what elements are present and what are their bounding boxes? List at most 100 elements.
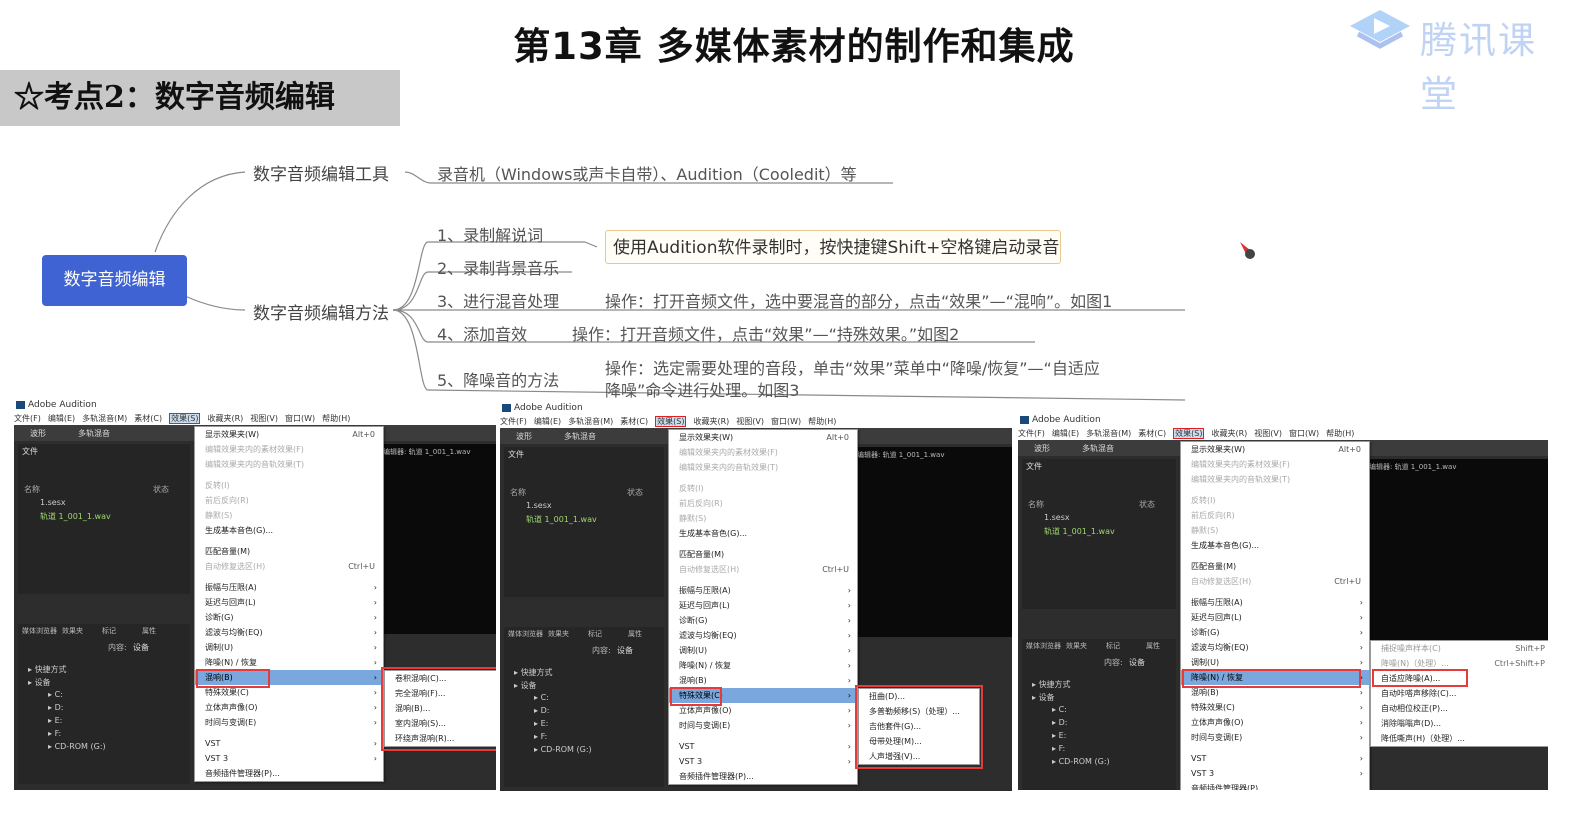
menu-2[interactable]: 编辑(E) [534, 417, 561, 426]
menu-5[interactable]: 效果(S) [1173, 428, 1205, 439]
media-tab-2[interactable]: 效果夹 [548, 629, 569, 639]
waveform-button[interactable]: 波形 [30, 428, 46, 439]
tree-item[interactable]: ▸ E: [48, 716, 62, 725]
submenu-item[interactable]: 捕捉噪声样本(C) Shift+P [1371, 641, 1548, 656]
effects-menu-item[interactable]: 时间与变调(E) › [669, 718, 857, 733]
effects-menu-item[interactable]: 静默(S) [195, 508, 383, 523]
multitrack-button[interactable]: 多轨混音 [78, 428, 110, 439]
tree-item[interactable]: ▸ 快捷方式 [514, 667, 553, 678]
effects-menu-item[interactable]: 匹配音量(M) [669, 547, 857, 562]
effects-menu-item[interactable]: 编辑效果夹内的素材效果(F) [195, 442, 383, 457]
effects-menu-item[interactable]: 显示效果夹(W) Alt+0 [195, 427, 383, 442]
effects-menu-item[interactable]: 振幅与压限(A) › [195, 580, 383, 595]
tree-item[interactable]: ▸ 设备 [28, 677, 51, 688]
menu-6[interactable]: 收藏夹(R) [1211, 429, 1247, 438]
menu-3[interactable]: 多轨混音(M) [82, 414, 127, 423]
effects-menu-item[interactable]: 反转(I) [1181, 493, 1369, 508]
effects-menu-item[interactable]: 延迟与回声(L) › [195, 595, 383, 610]
menu-2[interactable]: 编辑(E) [48, 414, 75, 423]
effects-menu-item[interactable]: 振幅与压限(A) › [669, 583, 857, 598]
effects-menu-item[interactable]: 调制(U) › [669, 643, 857, 658]
effects-menu-item[interactable]: VST › [669, 739, 857, 754]
effects-menu-item[interactable]: 反转(I) [669, 481, 857, 496]
tree-item[interactable]: ▸ D: [48, 703, 63, 712]
menu-1[interactable]: 文件(F) [500, 417, 527, 426]
media-tab-2[interactable]: 效果夹 [62, 626, 83, 636]
effects-menu-item[interactable]: 自动修复选区(H) Ctrl+U [195, 559, 383, 574]
tree-item[interactable]: ▸ C: [48, 690, 63, 699]
tree-item[interactable]: ▸ D: [1052, 718, 1067, 727]
effects-menu-item[interactable]: 匹配音量(M) [1181, 559, 1369, 574]
menu-8[interactable]: 窗口(W) [771, 417, 801, 426]
media-tab-4[interactable]: 属性 [628, 629, 642, 639]
effects-menu-item[interactable]: 音频插件管理器(P)... [669, 769, 857, 784]
media-tab-2[interactable]: 效果夹 [1066, 641, 1087, 651]
effects-menu-item[interactable]: 静默(S) [1181, 523, 1369, 538]
submenu-item[interactable]: 自动咔嗒声移除(C)... [1371, 686, 1548, 701]
effects-menu-item[interactable]: 自动修复选区(H) Ctrl+U [1181, 574, 1369, 589]
menu-4[interactable]: 素材(C) [134, 414, 162, 423]
files-tab[interactable]: 文件 [508, 449, 524, 460]
menu-9[interactable]: 帮助(H) [808, 417, 836, 426]
media-tab-1[interactable]: 媒体浏览器 [1026, 641, 1061, 651]
tree-item[interactable]: ▸ 设备 [1032, 692, 1055, 703]
effects-menu-item[interactable]: 前后反向(R) [195, 493, 383, 508]
effects-menu-item[interactable]: 降噪(N) / 恢复 › [195, 655, 383, 670]
tree-item[interactable]: ▸ CD-ROM (G:) [48, 742, 106, 751]
file-row[interactable]: 1.sesx [40, 498, 66, 507]
menu-5[interactable]: 效果(S) [655, 416, 687, 427]
content-select[interactable]: 设备 [617, 645, 633, 656]
effects-menu-item[interactable]: 诊断(G) › [195, 610, 383, 625]
effects-menu-item[interactable]: VST › [1181, 751, 1369, 766]
media-tab-1[interactable]: 媒体浏览器 [22, 626, 57, 636]
effects-menu-item[interactable]: 编辑效果夹内的素材效果(F) [669, 445, 857, 460]
tree-item[interactable]: ▸ C: [1052, 705, 1067, 714]
effects-menu-item[interactable]: 降噪(N) / 恢复 › [669, 658, 857, 673]
media-tab-3[interactable]: 标记 [1106, 641, 1120, 651]
effects-menu-item[interactable]: 特殊效果(C) › [1181, 700, 1369, 715]
submenu-item[interactable]: 降低嘶声(H)（处理）... [1371, 731, 1548, 746]
file-row[interactable]: 轨道 1_001_1.wav [40, 511, 111, 522]
menu-2[interactable]: 编辑(E) [1052, 429, 1079, 438]
effects-menu-item[interactable]: 前后反向(R) [1181, 508, 1369, 523]
tree-item[interactable]: ▸ F: [534, 732, 547, 741]
tree-item[interactable]: ▸ C: [534, 693, 549, 702]
media-tab-3[interactable]: 标记 [588, 629, 602, 639]
effects-menu-item[interactable]: 编辑效果夹内的音轨效果(T) [669, 460, 857, 475]
effects-menu-item[interactable]: 显示效果夹(W) Alt+0 [1181, 442, 1369, 457]
tree-item[interactable]: ▸ 设备 [514, 680, 537, 691]
effects-menu-item[interactable]: 调制(U) › [1181, 655, 1369, 670]
tree-item[interactable]: ▸ E: [1052, 731, 1066, 740]
effects-menu-item[interactable]: 前后反向(R) [669, 496, 857, 511]
effects-menu-item[interactable]: 音频插件管理器(P)... [1181, 781, 1369, 790]
menu-3[interactable]: 多轨混音(M) [1086, 429, 1131, 438]
effects-menu-item[interactable]: 显示效果夹(W) Alt+0 [669, 430, 857, 445]
effects-menu-item[interactable]: 滤波与均衡(EQ) › [669, 628, 857, 643]
menu-8[interactable]: 窗口(W) [285, 414, 315, 423]
effects-menu-item[interactable]: 立体声声像(O) › [1181, 715, 1369, 730]
effects-menu-item[interactable]: VST 3 › [195, 751, 383, 766]
effects-menu-item[interactable]: 滤波与均衡(EQ) › [1181, 640, 1369, 655]
effects-menu-item[interactable]: 编辑效果夹内的素材效果(F) [1181, 457, 1369, 472]
effects-menu-item[interactable]: 音频插件管理器(P)... [195, 766, 383, 781]
submenu-item[interactable]: 自动相位校正(P)... [1371, 701, 1548, 716]
effects-menu-item[interactable]: 诊断(G) › [1181, 625, 1369, 640]
media-tab-1[interactable]: 媒体浏览器 [508, 629, 543, 639]
menu-7[interactable]: 视图(V) [1254, 429, 1282, 438]
media-tab-3[interactable]: 标记 [102, 626, 116, 636]
tree-item[interactable]: ▸ 快捷方式 [28, 664, 67, 675]
menu-7[interactable]: 视图(V) [736, 417, 764, 426]
menu-1[interactable]: 文件(F) [14, 414, 41, 423]
effects-menu-item[interactable]: 滤波与均衡(EQ) › [195, 625, 383, 640]
effects-menu-item[interactable]: 编辑效果夹内的音轨效果(T) [195, 457, 383, 472]
media-tab-4[interactable]: 属性 [142, 626, 156, 636]
media-tab-4[interactable]: 属性 [1146, 641, 1160, 651]
menu-8[interactable]: 窗口(W) [1289, 429, 1319, 438]
effects-menu-item[interactable]: 自动修复选区(H) Ctrl+U [669, 562, 857, 577]
effects-menu-item[interactable]: 诊断(G) › [669, 613, 857, 628]
menu-4[interactable]: 素材(C) [620, 417, 648, 426]
effects-menu-item[interactable]: 振幅与压限(A) › [1181, 595, 1369, 610]
effects-menu-item[interactable]: 延迟与回声(L) › [1181, 610, 1369, 625]
menu-9[interactable]: 帮助(H) [322, 414, 350, 423]
effects-menu-item[interactable]: VST 3 › [1181, 766, 1369, 781]
